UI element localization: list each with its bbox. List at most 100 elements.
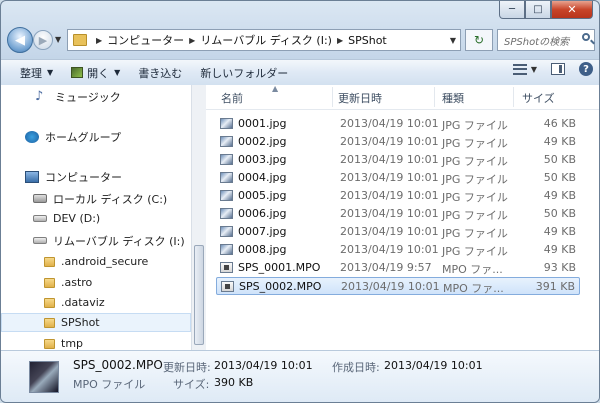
chevron-right-icon[interactable]: ▶ <box>96 36 102 45</box>
nav-item-label: リムーバブル ディスク (I:) <box>53 234 185 248</box>
nav-item-removable-disk[interactable]: リムーバブル ディスク (I:) <box>1 231 191 250</box>
folder-icon <box>73 34 87 46</box>
explorer-window: ─ □ ✕ ◀ ▶ ▼ ▶ コンピューター ▶ リムーバブル ディスク (I:)… <box>0 0 600 403</box>
back-button[interactable]: ◀ <box>7 27 33 53</box>
chevron-right-icon[interactable]: ▶ <box>337 36 343 45</box>
file-row[interactable]: 0002.jpg 2013/04/19 10:01 JPG ファイル 49 KB <box>216 133 580 151</box>
nav-item-dev-drive[interactable]: DEV (D:) <box>1 209 191 228</box>
file-date: 2013/04/19 9:57 <box>340 261 432 274</box>
folder-icon <box>44 338 55 349</box>
scrollbar-thumb[interactable] <box>194 245 204 345</box>
nav-item-label: コンピューター <box>45 170 122 184</box>
nav-item-label: .android_secure <box>61 255 149 268</box>
column-divider[interactable] <box>434 87 435 107</box>
chevron-down-icon: ▼ <box>114 68 121 77</box>
music-icon: ♪ <box>35 88 44 104</box>
file-name: 0005.jpg <box>238 189 287 202</box>
file-size: 391 KB <box>535 280 575 293</box>
minimize-button[interactable]: ─ <box>499 1 525 19</box>
file-date: 2013/04/19 10:01 <box>340 189 439 202</box>
local-disk-icon <box>33 194 47 203</box>
nav-item-tmp[interactable]: tmp <box>1 334 191 350</box>
file-size: 49 KB <box>543 225 576 238</box>
file-type: JPG ファイル <box>442 173 508 186</box>
file-row[interactable]: 0004.jpg 2013/04/19 10:01 JPG ファイル 50 KB <box>216 169 580 187</box>
nav-item-spshot[interactable]: SPShot <box>1 313 191 332</box>
burn-button[interactable]: 書き込む <box>129 62 191 83</box>
chevron-right-icon[interactable]: ▶ <box>189 36 195 45</box>
file-row[interactable]: 0005.jpg 2013/04/19 10:01 JPG ファイル 49 KB <box>216 187 580 205</box>
file-date: 2013/04/19 10:01 <box>340 243 439 256</box>
chevron-down-icon[interactable]: ▼ <box>531 65 537 74</box>
change-view-icon[interactable] <box>512 63 527 75</box>
close-button[interactable]: ✕ <box>551 1 593 19</box>
file-type: MPO ファ... <box>442 263 503 276</box>
details-file-name: SPS_0002.MPO <box>73 358 163 372</box>
recent-pages-dropdown[interactable]: ▼ <box>55 35 61 44</box>
column-header-name[interactable]: 名前 <box>221 90 243 106</box>
file-list: 名前 ▲ 更新日時 種類 サイズ 0001.jpg 2013/04/19 10:… <box>206 84 599 350</box>
jpg-file-icon <box>220 190 233 201</box>
jpg-file-icon <box>220 136 233 147</box>
search-input[interactable]: SPShotの検索 <box>497 29 595 51</box>
burn-label: 書き込む <box>138 66 183 80</box>
details-modified-label: 更新日時: <box>163 361 211 374</box>
jpg-file-icon <box>220 208 233 219</box>
column-header-type[interactable]: 種類 <box>442 90 464 106</box>
file-size: 49 KB <box>543 135 576 148</box>
nav-item-music[interactable]: ♪ ミュージック <box>1 87 191 106</box>
nav-item-computer[interactable]: コンピューター <box>1 167 191 186</box>
file-row[interactable]: 0008.jpg 2013/04/19 10:01 JPG ファイル 49 KB <box>216 241 580 259</box>
file-row-selected[interactable]: SPS_0002.MPO 2013/04/19 10:01 MPO ファ... … <box>216 277 580 295</box>
column-divider[interactable] <box>513 87 514 107</box>
organize-label: 整理 <box>20 66 42 80</box>
chevron-down-icon[interactable]: ▼ <box>450 36 456 45</box>
help-icon[interactable]: ? <box>579 62 593 76</box>
file-type: MPO ファ... <box>443 282 504 295</box>
nav-item-astro[interactable]: .astro <box>1 273 191 292</box>
file-type: JPG ファイル <box>442 245 508 258</box>
file-row[interactable]: 0006.jpg 2013/04/19 10:01 JPG ファイル 50 KB <box>216 205 580 223</box>
refresh-button[interactable]: ↻ <box>465 29 493 51</box>
column-header-size[interactable]: サイズ <box>522 90 555 106</box>
breadcrumb-spshot[interactable]: SPShot <box>348 34 387 47</box>
nav-item-dataviz[interactable]: .dataviz <box>1 293 191 312</box>
address-bar[interactable]: ▶ コンピューター ▶ リムーバブル ディスク (I:) ▶ SPShot ▼ <box>67 29 461 51</box>
file-row[interactable]: SPS_0001.MPO 2013/04/19 9:57 MPO ファ... 9… <box>216 259 580 277</box>
nav-item-local-disk[interactable]: ローカル ディスク (C:) <box>1 189 191 208</box>
column-divider[interactable] <box>332 87 333 107</box>
breadcrumb-removable-disk[interactable]: リムーバブル ディスク (I:) <box>200 32 332 48</box>
forward-arrow-icon: ▶ <box>38 33 48 47</box>
maximize-button[interactable]: □ <box>525 1 551 19</box>
forward-button[interactable]: ▶ <box>33 30 53 50</box>
search-icon <box>582 33 590 41</box>
jpg-file-icon <box>220 154 233 165</box>
file-row[interactable]: 0007.jpg 2013/04/19 10:01 JPG ファイル 49 KB <box>216 223 580 241</box>
file-row[interactable]: 0003.jpg 2013/04/19 10:01 JPG ファイル 50 KB <box>216 151 580 169</box>
organize-button[interactable]: 整理 ▼ <box>11 62 62 83</box>
file-type: JPG ファイル <box>442 119 508 132</box>
open-button[interactable]: 開く ▼ <box>62 62 129 83</box>
column-header-date[interactable]: 更新日時 <box>338 90 382 106</box>
file-name: SPS_0002.MPO <box>239 280 322 293</box>
preview-pane-icon[interactable] <box>551 63 565 75</box>
new-folder-label: 新しいフォルダー <box>200 66 289 80</box>
file-date: 2013/04/19 10:01 <box>340 117 439 130</box>
file-name: 0008.jpg <box>238 243 287 256</box>
nav-pane-scrollbar[interactable] <box>191 85 206 350</box>
details-size-value: 390 KB <box>214 376 254 389</box>
file-row[interactable]: 0001.jpg 2013/04/19 10:01 JPG ファイル 46 KB <box>216 115 580 133</box>
file-type: JPG ファイル <box>442 191 508 204</box>
nav-item-label: DEV (D:) <box>53 212 101 225</box>
details-pane: SPS_0002.MPO MPO ファイル 更新日時: 2013/04/19 1… <box>1 350 599 402</box>
new-folder-button[interactable]: 新しいフォルダー <box>191 62 297 83</box>
file-size: 50 KB <box>543 171 576 184</box>
file-size: 50 KB <box>543 207 576 220</box>
search-placeholder: SPShotの検索 <box>504 36 570 48</box>
mpo-file-icon <box>220 262 233 273</box>
file-size: 93 KB <box>543 261 576 274</box>
details-created-value: 2013/04/19 10:01 <box>384 359 483 372</box>
nav-item-android-secure[interactable]: .android_secure <box>1 252 191 271</box>
breadcrumb-computer[interactable]: コンピューター <box>107 32 184 48</box>
nav-item-homegroup[interactable]: ホームグループ <box>1 127 191 146</box>
